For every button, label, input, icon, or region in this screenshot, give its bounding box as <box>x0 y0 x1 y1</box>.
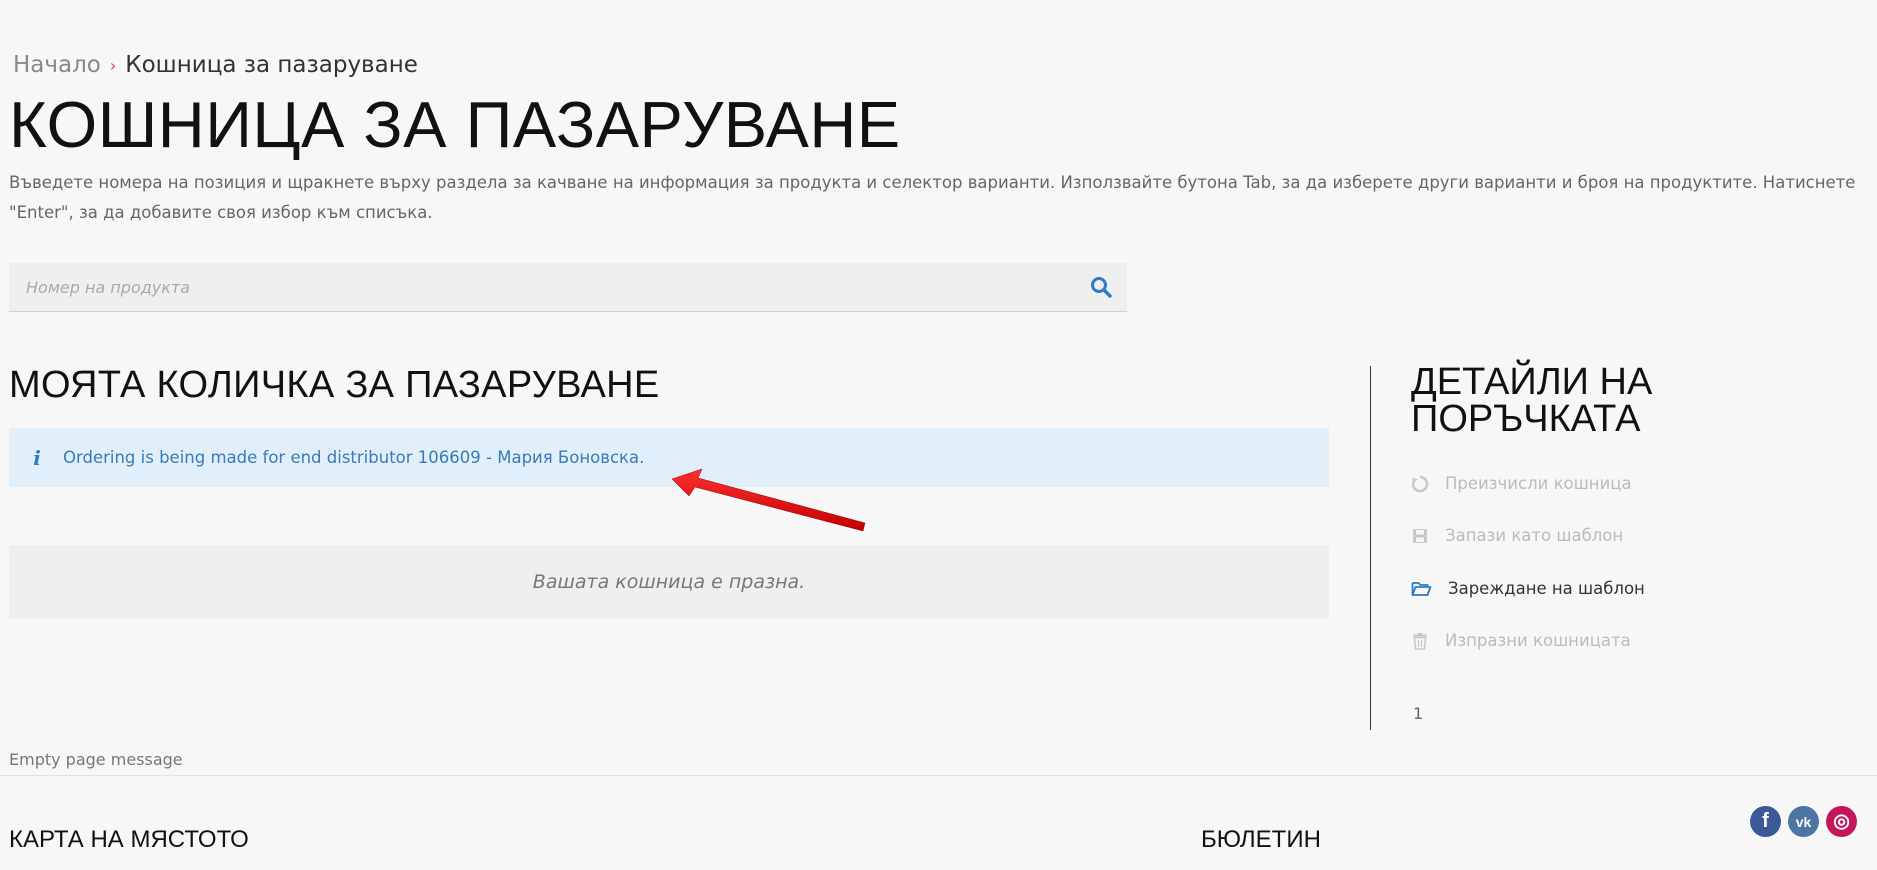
page-title: КОШНИЦА ЗА ПАЗАРУВАНЕ <box>9 88 901 161</box>
facebook-icon[interactable]: f <box>1750 806 1781 837</box>
page: Начало › Кошница за пазаруване КОШНИЦА З… <box>0 0 1877 870</box>
search-icon[interactable] <box>1089 275 1113 299</box>
info-icon: i <box>33 445 41 470</box>
page-number: 1 <box>1413 704 1424 723</box>
intro-text: Въведете номера на позиция и щракнете въ… <box>9 173 1856 222</box>
load-template-label: Зареждане на шаблон <box>1448 579 1645 598</box>
recalculate-cart-label: Преизчисли кошница <box>1445 474 1632 493</box>
alert-message: Ordering is being made for end distribut… <box>63 448 645 467</box>
breadcrumb-home-link[interactable]: Начало <box>13 52 101 78</box>
recalculate-cart-button[interactable]: Преизчисли кошница <box>1411 474 1632 493</box>
folder-open-icon <box>1411 581 1432 596</box>
newsletter-title: БЮЛЕТИН <box>1201 826 1321 853</box>
instagram-icon[interactable]: ◎ <box>1826 806 1857 837</box>
save-as-template-label: Запази като шаблон <box>1445 526 1624 545</box>
empty-cart-text: Вашата кошница е празна. <box>532 571 806 593</box>
empty-cart-panel: Вашата кошница е празна. <box>9 545 1329 619</box>
load-template-button[interactable]: Зареждане на шаблон <box>1411 579 1645 598</box>
empty-cart-label: Изпразни кошницата <box>1445 631 1631 650</box>
save-as-template-button[interactable]: Запази като шаблон <box>1411 526 1623 545</box>
column-divider <box>1370 366 1371 730</box>
trash-icon <box>1413 632 1427 650</box>
annotation-arrow <box>671 468 866 532</box>
breadcrumb-separator: › <box>109 55 117 75</box>
vk-icon[interactable]: vk <box>1788 806 1819 837</box>
product-number-input[interactable] <box>9 276 1089 298</box>
cart-title: МОЯТА КОЛИЧКА ЗА ПАЗАРУВАНЕ <box>9 364 660 406</box>
empty-cart-button[interactable]: Изпразни кошницата <box>1411 631 1631 650</box>
breadcrumb-current: Кошница за пазаруване <box>125 52 418 78</box>
refresh-icon <box>1411 475 1429 492</box>
product-search <box>9 263 1127 312</box>
footer-divider <box>0 775 1877 776</box>
breadcrumb: Начало › Кошница за пазаруване <box>13 52 418 78</box>
empty-page-message: Empty page message <box>9 750 183 769</box>
sitemap-title: КАРТА НА МЯСТОТО <box>9 826 249 853</box>
save-icon <box>1413 528 1427 543</box>
order-details-title: ДЕТАЙЛИ НА ПОРЪЧКАТА <box>1411 361 1653 440</box>
